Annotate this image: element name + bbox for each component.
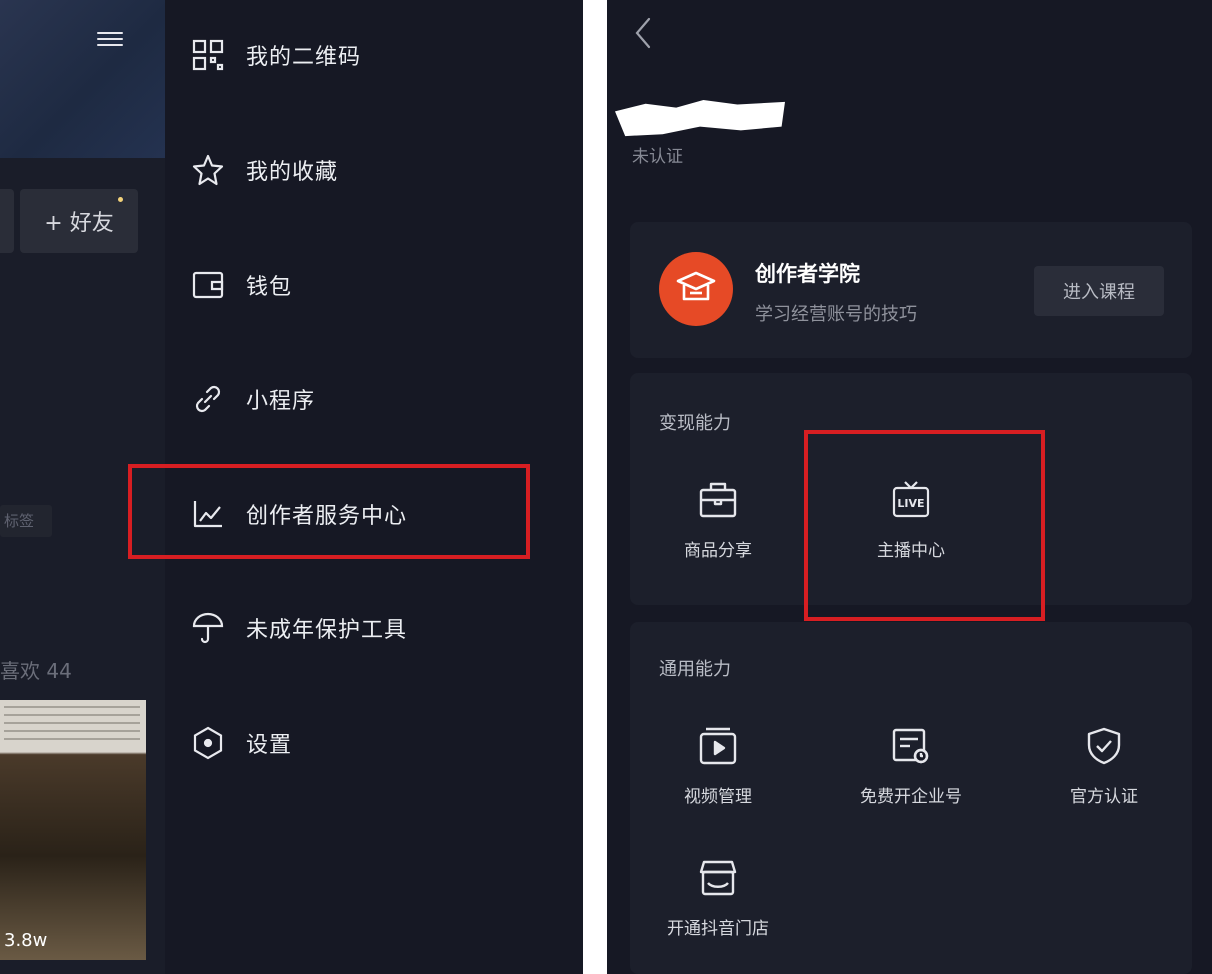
menu-item-favorites[interactable]: 我的收藏 bbox=[190, 145, 520, 195]
video-play-count: 3.8w bbox=[4, 930, 48, 951]
redacted-username bbox=[615, 100, 785, 137]
shopping-bag-icon bbox=[699, 482, 737, 518]
menu-item-mini-programs[interactable]: 小程序 bbox=[190, 374, 520, 424]
video-thumbnail[interactable] bbox=[0, 700, 146, 960]
enterprise-account-label: 免费开企业号 bbox=[860, 787, 962, 807]
highlight-box-streamer-center bbox=[804, 430, 1045, 621]
academy-title: 创作者学院 bbox=[755, 262, 860, 286]
edit-profile-button[interactable] bbox=[0, 189, 14, 253]
academy-subtitle: 学习经营账号的技巧 bbox=[755, 304, 917, 325]
profile-tag[interactable]: 标签 bbox=[0, 505, 52, 537]
enter-course-button[interactable]: 进入课程 bbox=[1034, 266, 1164, 316]
qr-code-icon bbox=[190, 37, 226, 73]
hamburger-menu-icon[interactable] bbox=[97, 28, 123, 50]
menu-item-label: 未成年保护工具 bbox=[246, 618, 408, 643]
video-management-label: 视频管理 bbox=[684, 787, 752, 807]
store-icon bbox=[699, 860, 737, 896]
menu-item-label: 钱包 bbox=[246, 275, 293, 300]
menu-item-label: 小程序 bbox=[246, 389, 316, 414]
menu-item-settings[interactable]: 设置 bbox=[190, 718, 520, 768]
menu-item-label: 我的收藏 bbox=[246, 160, 339, 185]
enterprise-account-item[interactable]: 免费开企业号 bbox=[836, 726, 986, 807]
product-share-label: 商品分享 bbox=[684, 541, 752, 561]
monetization-section-title: 变现能力 bbox=[659, 413, 731, 434]
profile-cover-image bbox=[0, 0, 165, 158]
link-icon bbox=[190, 381, 226, 417]
official-verification-label: 官方认证 bbox=[1070, 787, 1138, 807]
verification-status: 未认证 bbox=[632, 147, 683, 167]
general-section-title: 通用能力 bbox=[659, 659, 731, 680]
product-share-item[interactable]: 商品分享 bbox=[643, 480, 793, 561]
video-management-item[interactable]: 视频管理 bbox=[643, 726, 793, 807]
open-store-item[interactable]: 开通抖音门店 bbox=[643, 858, 793, 939]
menu-item-wallet[interactable]: 钱包 bbox=[190, 260, 520, 310]
menu-item-qr-code[interactable]: 我的二维码 bbox=[190, 30, 520, 80]
back-chevron-icon[interactable] bbox=[629, 14, 659, 52]
official-verification-item[interactable]: 官方认证 bbox=[1029, 726, 1179, 807]
menu-item-minor-protection[interactable]: 未成年保护工具 bbox=[190, 603, 520, 653]
settings-icon bbox=[190, 725, 226, 761]
highlight-box-creator-center bbox=[128, 464, 530, 559]
menu-item-label: 我的二维码 bbox=[246, 45, 362, 70]
umbrella-icon bbox=[190, 610, 226, 646]
side-menu-panel: + 好友 标签 喜欢 44 3.8w 我的二维码 我的收藏 钱包 小程序 创作者… bbox=[0, 0, 583, 974]
open-store-label: 开通抖音门店 bbox=[667, 919, 769, 939]
likes-tab[interactable]: 喜欢 44 bbox=[0, 655, 72, 684]
creator-service-center-page: 未认证 创作者学院 学习经营账号的技巧 进入课程 变现能力 商品分享 LIVE … bbox=[607, 0, 1212, 974]
video-manage-icon bbox=[699, 727, 737, 765]
shield-check-icon bbox=[1087, 727, 1121, 765]
star-icon bbox=[190, 152, 226, 188]
menu-item-label: 设置 bbox=[246, 733, 293, 758]
wallet-icon bbox=[190, 267, 226, 303]
enterprise-account-icon bbox=[892, 728, 929, 764]
academy-logo-icon bbox=[659, 252, 733, 326]
notification-dot bbox=[118, 197, 123, 202]
